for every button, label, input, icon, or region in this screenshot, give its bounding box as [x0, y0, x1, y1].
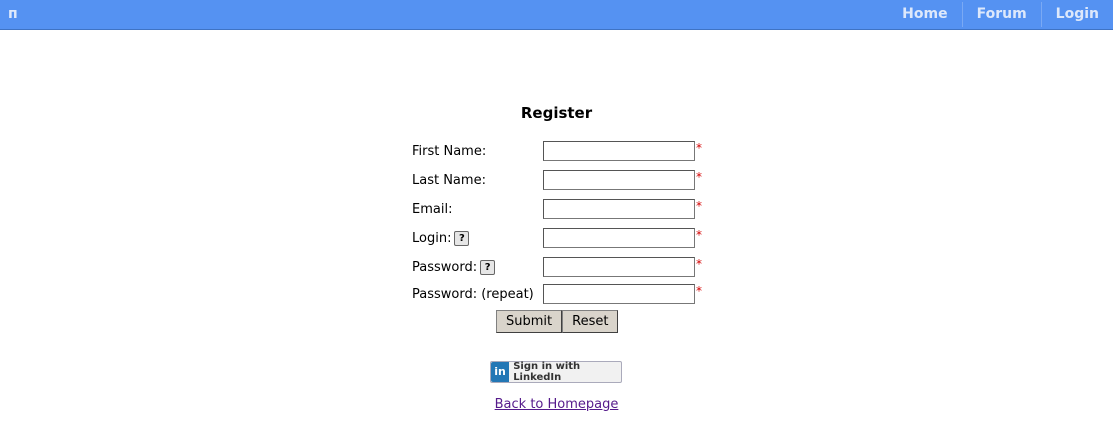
last-name-input[interactable]: [543, 170, 695, 190]
top-navigation-bar: п Home Forum Login: [0, 0, 1113, 30]
reset-button[interactable]: Reset: [562, 310, 619, 333]
nav-login-link[interactable]: Login: [1040, 2, 1113, 27]
site-logo[interactable]: п: [8, 6, 18, 22]
back-link-container: Back to Homepage: [0, 397, 1113, 412]
password-repeat-input[interactable]: [543, 284, 695, 304]
password-repeat-label: Password: (repeat): [412, 287, 534, 302]
first-name-input[interactable]: [543, 141, 695, 161]
required-marker: *: [696, 199, 702, 213]
login-label: Login:: [412, 231, 452, 246]
required-marker: *: [696, 141, 702, 155]
back-to-homepage-link[interactable]: Back to Homepage: [495, 397, 619, 412]
page-title: Register: [520, 104, 593, 122]
nav-forum-link[interactable]: Forum: [961, 2, 1041, 27]
linkedin-signin-label: Sign in with LinkedIn: [513, 361, 581, 383]
last-name-label: Last Name:: [412, 173, 486, 188]
main-nav: Home Forum Login: [888, 2, 1113, 27]
login-input[interactable]: [543, 228, 695, 248]
linkedin-icon: in: [491, 362, 510, 382]
login-help-icon[interactable]: ?: [454, 231, 470, 246]
required-marker: *: [696, 284, 702, 298]
required-marker: *: [696, 170, 702, 184]
required-marker: *: [696, 228, 702, 242]
password-input[interactable]: [543, 257, 695, 277]
email-label: Email:: [412, 202, 453, 217]
password-help-icon[interactable]: ?: [480, 260, 496, 275]
first-name-label: First Name:: [412, 144, 487, 159]
nav-home-link[interactable]: Home: [888, 2, 961, 27]
password-label-group: Password:?: [412, 260, 496, 275]
form-buttons: Submit Reset: [496, 310, 619, 333]
password-label: Password:: [412, 260, 478, 275]
submit-button[interactable]: Submit: [496, 310, 563, 333]
required-marker: *: [696, 257, 702, 271]
login-label-group: Login:?: [412, 231, 470, 246]
linkedin-signin-button[interactable]: in Sign in with LinkedIn: [490, 361, 622, 383]
email-input[interactable]: [543, 199, 695, 219]
